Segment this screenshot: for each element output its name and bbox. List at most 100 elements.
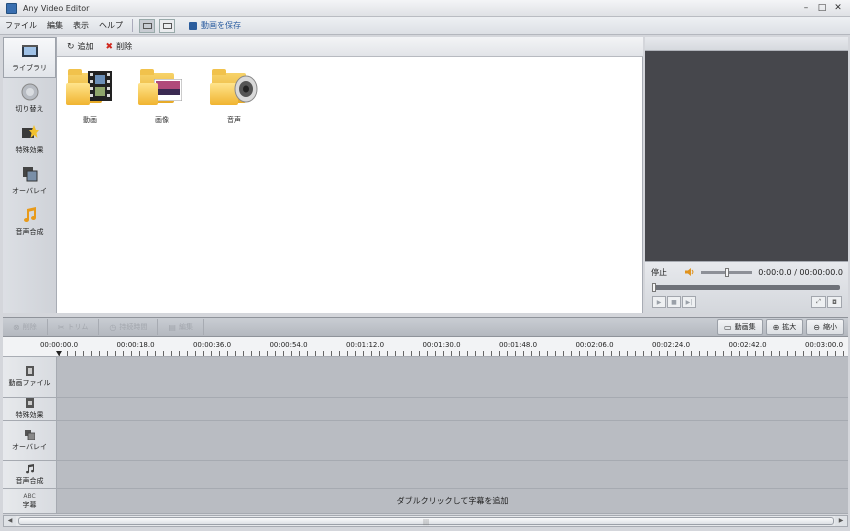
audio-track-body[interactable]: [57, 461, 848, 488]
sidebar-item-transitions[interactable]: 切り替え: [3, 78, 56, 119]
delete-x-icon: ✖: [105, 41, 114, 52]
fullscreen-button[interactable]: ⤢: [811, 296, 826, 308]
sidebar-item-audio[interactable]: 音声合成: [3, 201, 56, 242]
ruler-time-label: 00:00:54.0: [269, 341, 308, 349]
audio-folder[interactable]: 音声: [203, 69, 265, 125]
menu-edit[interactable]: 編集: [42, 20, 68, 31]
sidebar-item-library[interactable]: ライブラリ: [3, 37, 56, 78]
delete-media-button[interactable]: ✖ 削除: [106, 41, 133, 52]
zoom-in-button[interactable]: ⊕ 拡大: [765, 319, 804, 335]
audio-track: 音声合成: [3, 461, 848, 489]
scroll-left-button[interactable]: ◀: [4, 516, 16, 526]
video-track: 動画ファイル: [3, 357, 848, 398]
delete-media-label: 削除: [116, 42, 133, 51]
window-controls: – □ ✕: [798, 1, 846, 15]
preview-header: [645, 37, 848, 51]
zoom-out-button[interactable]: ⊖ 縮小: [806, 319, 844, 335]
scroll-right-icon: ▶: [838, 517, 844, 524]
save-video-button[interactable]: 動画を保存: [189, 20, 241, 31]
sidebar-label-effects: 特殊効果: [15, 146, 44, 154]
overlay-track-header: オーバレイ: [3, 421, 57, 460]
storyboard-view-button[interactable]: [139, 18, 155, 33]
video-edit-button[interactable]: ▭ 動画集: [717, 319, 763, 335]
overlay-track-label: オーバレイ: [12, 442, 47, 451]
ruler-time-label: 00:02:42.0: [728, 341, 767, 349]
timeline-delete-button[interactable]: ⊗ 削除: [3, 319, 48, 335]
timeline-scrollbar[interactable]: ◀ ||| ▶: [3, 515, 848, 527]
overlay-track-body[interactable]: [57, 421, 848, 460]
volume-slider-thumb[interactable]: [724, 267, 729, 277]
save-disk-icon: [189, 21, 197, 30]
ruler-time-label: 00:01:48.0: [498, 341, 538, 349]
duration-button[interactable]: ◷ 持続時間: [99, 319, 159, 335]
time-readout: 0:00:0.0 / 00:00:00.0: [758, 267, 843, 277]
seek-thumb[interactable]: [652, 283, 656, 292]
scrollbar-thumb[interactable]: |||: [18, 517, 834, 526]
subtitle-track: ABC 字幕 ダブルクリックして字幕を追加: [3, 489, 848, 514]
overlay-track: オーバレイ: [3, 421, 848, 461]
menu-view[interactable]: 表示: [68, 20, 94, 31]
overlay-track-icon: [24, 429, 35, 440]
effects-track-body[interactable]: [57, 398, 848, 420]
timeline-ruler[interactable]: 00:00:00.0 00:00:18.0 00:00:36.0 00:00:54.0…: [3, 337, 848, 357]
menu-separator: [132, 19, 133, 32]
effects-track: 特殊効果: [3, 398, 848, 421]
volume-icon[interactable]: [684, 268, 695, 276]
ruler-time-label: 00:02:24.0: [651, 341, 691, 349]
abc-icon: ABC: [23, 492, 36, 500]
image-folder-icon: [136, 69, 188, 107]
sidebar-item-overlay[interactable]: オーバレイ: [3, 160, 56, 201]
clock-icon: ◷: [109, 322, 117, 332]
trim-button[interactable]: ✂ トリム: [48, 319, 100, 335]
image-folder[interactable]: 画像: [131, 69, 193, 125]
menu-file[interactable]: ファイル: [0, 20, 42, 31]
stop-button[interactable]: ■: [667, 296, 681, 308]
ruler-time-label: 00:01:30.0: [422, 341, 461, 349]
ruler-ticks: [59, 351, 848, 356]
ruler-time-label: 00:01:12.0: [345, 341, 385, 349]
zoom-in-label: 拡大: [782, 323, 797, 331]
timeline-tracks: 動画ファイル 特殊効果 オーバレイ 音声合成 ABC 字幕 ダブルクリックして字…: [3, 357, 848, 514]
audio-track-header: 音声合成: [3, 461, 57, 488]
music-track-icon: [25, 463, 34, 473]
next-frame-button[interactable]: ▶|: [682, 296, 696, 308]
preview-controls: 停止 0:00:0.0 / 00:00:00.0 ▶ ■ ▶| ⤢ ◘: [645, 261, 848, 313]
seek-bar[interactable]: [652, 283, 840, 292]
trim-icon: ✂: [57, 322, 65, 332]
snapshot-button[interactable]: ◘: [827, 296, 842, 308]
video-edit-label: 動画集: [734, 323, 756, 331]
next-frame-icon: ▶|: [685, 298, 693, 306]
save-video-label: 動画を保存: [201, 21, 241, 30]
video-track-body[interactable]: [57, 357, 848, 397]
effects-icon: [21, 125, 39, 138]
clip-edit-button[interactable]: ▤ 編集: [158, 319, 204, 335]
overlay-icon: [22, 167, 37, 182]
scroll-right-button[interactable]: ▶: [835, 516, 847, 526]
film-reel-icon: [88, 71, 112, 101]
video-folder[interactable]: 動画: [59, 69, 121, 125]
monitor-view-button[interactable]: [159, 18, 175, 33]
effects-track-label: 特殊効果: [15, 411, 44, 419]
film-track-icon: [25, 366, 34, 376]
subtitle-hint: ダブルクリックして字幕を追加: [396, 496, 509, 506]
play-icon: ▶: [656, 298, 662, 306]
menu-help[interactable]: ヘルプ: [94, 20, 128, 31]
sidebar-label-overlay: オーバレイ: [12, 187, 47, 195]
ruler-time-label: 00:00:36.0: [192, 341, 232, 349]
close-button[interactable]: ✕: [830, 1, 846, 15]
minimize-button[interactable]: –: [798, 1, 814, 15]
sidebar-item-effects[interactable]: 特殊効果: [3, 119, 56, 160]
video-folder-label: 動画: [83, 116, 97, 124]
transition-icon: [21, 83, 38, 101]
sidebar-label-transitions: 切り替え: [15, 105, 44, 113]
grip-icon: |||: [422, 519, 430, 526]
playhead-marker[interactable]: [56, 351, 62, 356]
delete-circle-icon: ⊗: [13, 322, 20, 332]
play-button[interactable]: ▶: [652, 296, 666, 308]
menu-bar: ファイル 編集 表示 ヘルプ 動画を保存: [0, 17, 850, 35]
maximize-button[interactable]: □: [814, 1, 830, 15]
subtitle-track-body[interactable]: ダブルクリックして字幕を追加: [57, 489, 848, 513]
storyboard-icon: [142, 22, 152, 29]
volume-slider[interactable]: [700, 267, 753, 277]
add-media-button[interactable]: ↻ 追加: [67, 41, 94, 52]
